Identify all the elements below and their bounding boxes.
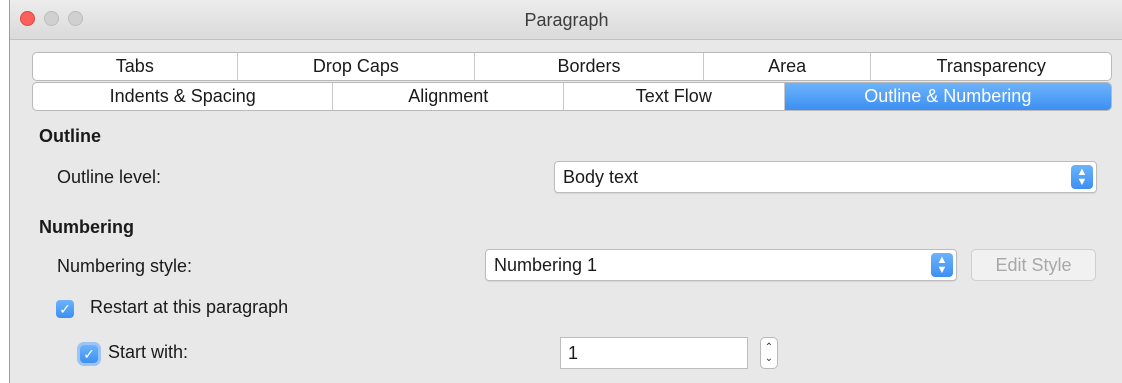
tab-row-1: Tabs Drop Caps Borders Area Transparency bbox=[32, 52, 1112, 81]
tab-transparency[interactable]: Transparency bbox=[871, 53, 1111, 80]
restart-label: Restart at this paragraph bbox=[90, 297, 289, 317]
tab-alignment[interactable]: Alignment bbox=[333, 83, 565, 110]
numbering-style-label: Numbering style: bbox=[57, 256, 193, 276]
checkmark-icon: ✓ bbox=[59, 300, 71, 317]
start-with-label: Start with: bbox=[108, 342, 189, 362]
tab-borders[interactable]: Borders bbox=[475, 53, 704, 80]
checkmark-icon: ✓ bbox=[83, 345, 95, 362]
tab-area[interactable]: Area bbox=[704, 53, 872, 80]
tab-text-flow[interactable]: Text Flow bbox=[564, 83, 785, 110]
numbering-style-value: Numbering 1 bbox=[494, 254, 598, 275]
start-with-input[interactable]: 1 bbox=[560, 337, 748, 369]
spinner-arrows-icon[interactable]: ⌃ ⌄ bbox=[760, 337, 778, 369]
window-title: Paragraph bbox=[524, 10, 609, 30]
start-with-checkbox[interactable]: ✓ bbox=[80, 345, 98, 363]
outline-level-label: Outline level: bbox=[57, 167, 162, 187]
up-down-chevron-icon: ▲ ▼ bbox=[1071, 165, 1093, 189]
up-down-chevron-icon: ▲ ▼ bbox=[931, 253, 953, 277]
outline-level-select[interactable]: Body text ▲ ▼ bbox=[554, 161, 1097, 193]
tab-outline-numbering[interactable]: Outline & Numbering bbox=[784, 83, 1111, 110]
numbering-section-title: Numbering bbox=[39, 217, 135, 237]
title-bar[interactable]: Paragraph bbox=[10, 0, 1122, 40]
tab-drop-caps[interactable]: Drop Caps bbox=[238, 53, 476, 80]
numbering-style-select[interactable]: Numbering 1 ▲ ▼ bbox=[485, 249, 957, 281]
tab-tabs[interactable]: Tabs bbox=[33, 53, 238, 80]
outline-section-title: Outline bbox=[39, 126, 101, 146]
edit-style-button[interactable]: Edit Style bbox=[971, 249, 1096, 281]
tab-row-2: Indents & Spacing Alignment Text Flow Ou… bbox=[32, 82, 1112, 111]
tab-indents-spacing[interactable]: Indents & Spacing bbox=[33, 83, 334, 110]
outline-level-value: Body text bbox=[563, 166, 639, 187]
restart-checkbox[interactable]: ✓ bbox=[56, 300, 74, 318]
paragraph-dialog: Paragraph Tabs Drop Caps Borders Area Tr… bbox=[9, 0, 1122, 383]
